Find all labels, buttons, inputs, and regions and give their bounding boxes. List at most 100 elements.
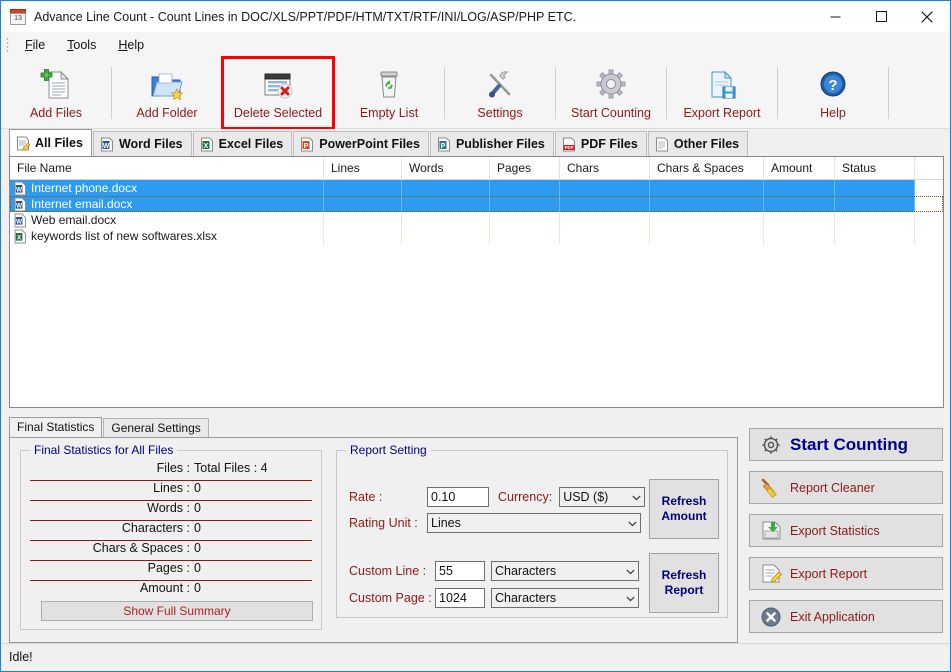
toolbar-button-empty-list[interactable]: Empty List	[334, 58, 444, 128]
menu-grip[interactable]	[6, 37, 9, 53]
column-header[interactable]: Lines	[324, 157, 402, 179]
custom-line-row: Custom Line : 55 Characters	[349, 561, 639, 581]
toolbar-button-settings[interactable]: Settings	[445, 58, 555, 128]
toolbar-button-add-folder[interactable]: Add Folder	[112, 58, 222, 128]
maximize-button[interactable]	[858, 1, 904, 32]
column-header[interactable]: Words	[402, 157, 490, 179]
bottom-tab-bar: Final Statistics General Settings	[9, 417, 738, 437]
tab-powerpoint-files[interactable]: P PowerPoint Files	[293, 131, 429, 156]
custom-page-input[interactable]: 1024	[435, 588, 485, 608]
chevron-down-icon	[628, 516, 637, 530]
column-header[interactable]: Chars & Spaces	[650, 157, 764, 179]
cell-words	[402, 212, 490, 228]
window-controls	[812, 1, 950, 32]
currency-select[interactable]: USD ($)	[559, 487, 646, 507]
cell-chars_spaces	[650, 228, 764, 244]
gear-icon	[594, 66, 628, 104]
table-row[interactable]: W Web email.docx	[10, 212, 943, 228]
toolbar-label: Delete Selected	[233, 106, 323, 120]
publisher-icon: P	[437, 137, 451, 152]
action-button-report-cleaner[interactable]: Report Cleaner	[749, 471, 943, 504]
svg-text:X: X	[203, 142, 208, 149]
final-statistics-group: Final Statistics for All Files Files : To…	[20, 443, 322, 630]
tab-publisher-files[interactable]: P Publisher Files	[429, 131, 554, 156]
statistic-row: Words : 0	[30, 501, 312, 521]
table-row[interactable]: W Internet phone.docx	[10, 180, 943, 196]
svg-text:W: W	[16, 186, 22, 193]
toolbar-button-delete-selected[interactable]: Delete Selected	[221, 56, 335, 130]
exit-icon	[760, 606, 782, 628]
table-row[interactable]: W Internet email.docx	[10, 196, 943, 212]
tab-word-files[interactable]: W Word Files	[92, 131, 192, 156]
toolbar-label: Empty List	[359, 106, 419, 120]
toolbar-button-start-counting[interactable]: Start Counting	[556, 58, 666, 128]
action-button-export-report[interactable]: Export Report	[749, 557, 943, 590]
toolbar-label: Add Files	[29, 106, 83, 120]
column-header[interactable]: File Name	[10, 157, 324, 179]
toolbar-button-help[interactable]: ? Help	[778, 58, 888, 128]
excel-icon: X	[200, 137, 214, 152]
column-header[interactable]: Amount	[764, 157, 835, 179]
cell-file-name: W Web email.docx	[10, 212, 324, 228]
tab-other-files[interactable]: Other Files	[647, 131, 749, 156]
excel-file-icon: X	[14, 229, 27, 244]
broom-icon	[760, 477, 782, 499]
cell-lines	[324, 196, 402, 212]
tab-excel-files[interactable]: X Excel Files	[192, 131, 293, 156]
statistic-label: Chars & Spaces :	[92, 541, 190, 555]
cell-chars	[560, 180, 650, 196]
statistic-label: Files :	[156, 461, 190, 475]
file-list-body[interactable]: W Internet phone.docx W Internet email.docx…	[10, 180, 943, 244]
menu-item-file[interactable]: File	[15, 35, 55, 55]
cell-lines	[324, 228, 402, 244]
statistic-row: Chars & Spaces : 0	[30, 541, 312, 561]
menu-item-help[interactable]: Help	[108, 35, 154, 55]
rate-input[interactable]: 0.10	[427, 487, 489, 507]
export-statistics-icon	[760, 520, 782, 542]
tab-pdf-files[interactable]: PDF PDF Files	[554, 131, 647, 156]
statistic-value: 0	[194, 521, 201, 535]
custom-page-unit-select[interactable]: Characters	[491, 588, 639, 608]
refresh-report-button[interactable]: Refresh Report	[649, 553, 719, 613]
cell-status	[835, 180, 915, 196]
svg-text:X: X	[17, 234, 22, 241]
svg-text:?: ?	[828, 77, 837, 94]
toolbar-label: Add Folder	[136, 106, 198, 120]
action-button-exit-application[interactable]: Exit Application	[749, 600, 943, 633]
table-row[interactable]: Xkeywords list of new softwares.xlsx	[10, 228, 943, 244]
cell-status	[835, 212, 915, 228]
cell-chars_spaces	[650, 212, 764, 228]
menu-item-tools[interactable]: Tools	[57, 35, 106, 55]
cell-words	[402, 228, 490, 244]
tab-general-settings[interactable]: General Settings	[103, 418, 209, 437]
close-button[interactable]	[904, 1, 950, 32]
rating-unit-select[interactable]: Lines	[427, 513, 641, 533]
custom-line-unit-select[interactable]: Characters	[491, 561, 639, 581]
cell-chars	[560, 196, 650, 212]
column-header[interactable]: Pages	[490, 157, 560, 179]
tab-label: All Files	[35, 136, 83, 150]
file-name-text: Internet phone.docx	[31, 181, 138, 195]
file-list-view[interactable]: File Name Lines Words Pages Chars Chars & Spa…	[9, 156, 944, 408]
rate-row: Rate : 0.10 Currency: USD ($)	[349, 487, 646, 507]
tab-final-statistics[interactable]: Final Statistics	[9, 417, 103, 437]
custom-line-input[interactable]: 55	[435, 561, 485, 581]
toolbar-button-add-files[interactable]: Add Files	[1, 58, 111, 128]
other-file-icon	[655, 137, 669, 152]
word-file-icon: W	[14, 197, 27, 212]
group-title: Report Setting	[346, 443, 431, 457]
cell-chars	[560, 228, 650, 244]
refresh-amount-button[interactable]: Refresh Amount	[649, 479, 719, 539]
action-button-export-statistics[interactable]: Export Statistics	[749, 514, 943, 547]
cell-chars	[560, 212, 650, 228]
column-header[interactable]: Status	[835, 157, 915, 179]
pdf-icon: PDF	[562, 137, 576, 152]
toolbar-button-export-report[interactable]: Export Report	[667, 58, 777, 128]
column-header[interactable]: Chars	[560, 157, 650, 179]
show-full-summary-button[interactable]: Show Full Summary	[41, 601, 313, 621]
powerpoint-icon: P	[300, 137, 314, 152]
toolbar-label: Settings	[477, 106, 523, 120]
tab-all-files[interactable]: All Files	[9, 129, 92, 156]
minimize-button[interactable]	[812, 1, 858, 32]
action-button-start-counting[interactable]: Start Counting	[749, 428, 943, 461]
